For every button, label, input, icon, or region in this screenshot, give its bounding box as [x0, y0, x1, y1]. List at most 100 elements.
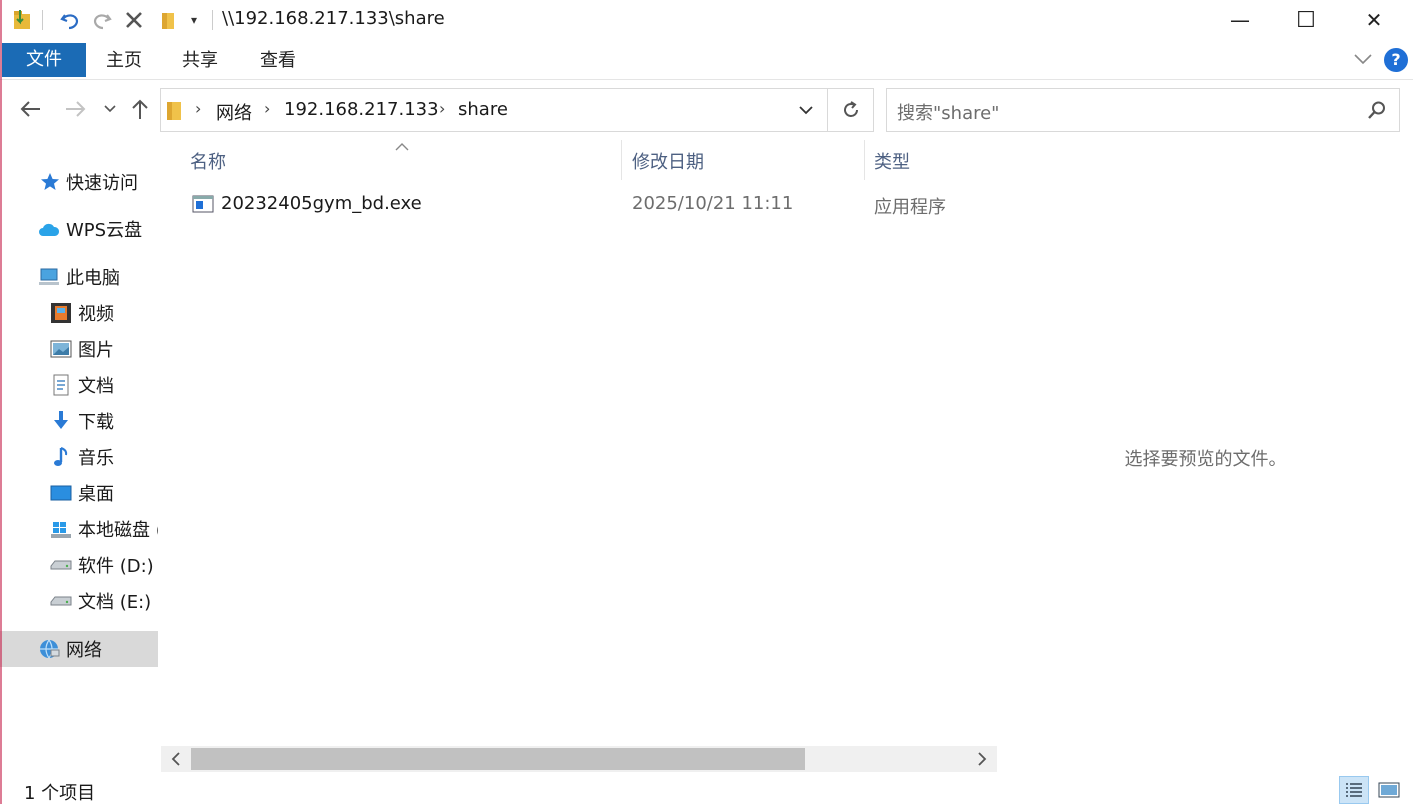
file-type: 应用程序 [874, 197, 946, 218]
tab-share[interactable]: 共享 [172, 44, 228, 78]
preview-pane: 选择要预览的文件。 [998, 140, 1413, 774]
customize-toolbar-icon[interactable]: ▾ [184, 6, 204, 34]
sidebar-item-label: 本地磁盘 ( [78, 520, 158, 541]
scroll-right-icon[interactable] [969, 748, 995, 770]
file-modified: 2025/10/21 11:11 [632, 193, 794, 214]
window-title: \\192.168.217.133\share [222, 8, 445, 29]
sidebar-item-label: 文档 (E:) [78, 592, 152, 613]
item-count: 1 个项目 [24, 783, 96, 804]
file-name[interactable]: 20232405gym_bd.exe [221, 193, 422, 214]
folder-icon [165, 98, 183, 127]
column-header-type[interactable]: 类型 [874, 148, 910, 174]
column-header-modified[interactable]: 修改日期 [632, 148, 704, 174]
column-header-name[interactable]: 名称 [190, 148, 226, 174]
sort-ascending-icon [395, 136, 409, 157]
window-border [0, 0, 2, 804]
tab-view[interactable]: 查看 [250, 44, 306, 78]
windows-drive-icon [50, 518, 72, 540]
new-folder-icon[interactable] [154, 6, 182, 34]
exe-file-icon [192, 195, 214, 218]
sidebar-item-label: 此电脑 [66, 268, 120, 289]
sidebar-item-downloads[interactable]: 下载 [0, 404, 158, 438]
sidebar-item-label: 音乐 [78, 448, 114, 469]
star-icon [40, 171, 60, 193]
file-list: 名称 修改日期 类型 20232405gym_bd.exe 2025/10/21… [161, 140, 997, 774]
navigation-bar: › 网络 › 192.168.217.133 › share 搜索"share" [0, 80, 1413, 138]
navigation-pane: 快速访问 WPS云盘 此电脑 视频 图片 文档 下载 音乐 桌面 本地磁盘 (… [0, 140, 160, 774]
download-icon [50, 410, 72, 432]
up-button[interactable] [128, 96, 152, 122]
sidebar-item-local-disk-c[interactable]: 本地磁盘 ( [0, 512, 158, 546]
divider [210, 6, 214, 34]
documents-icon [50, 374, 72, 396]
minimize-button[interactable]: — [1209, 0, 1271, 40]
sidebar-item-quick-access[interactable]: 快速访问 [0, 165, 158, 199]
details-view-button[interactable] [1339, 776, 1369, 804]
expand-ribbon-icon[interactable] [1353, 50, 1373, 71]
large-icons-view-button[interactable] [1374, 776, 1404, 804]
redo-icon[interactable] [88, 6, 116, 34]
breadcrumb-share[interactable]: share [458, 99, 508, 120]
forward-button[interactable] [62, 96, 88, 122]
music-icon [50, 446, 72, 468]
undo-icon[interactable] [56, 6, 84, 34]
address-history-button[interactable] [784, 88, 828, 132]
sidebar-item-label: 视频 [78, 304, 114, 325]
sidebar-item-network[interactable]: 网络 [0, 631, 158, 667]
help-icon[interactable]: ? [1384, 48, 1408, 72]
close-button[interactable]: ✕ [1343, 0, 1405, 40]
sidebar-item-label: 软件 (D:) [78, 556, 154, 577]
chevron-right-icon[interactable]: › [195, 99, 201, 118]
sidebar-item-label: 快速访问 [66, 173, 138, 194]
search-icon[interactable] [1367, 100, 1387, 125]
pictures-icon [50, 338, 72, 360]
tab-file[interactable]: 文件 [2, 43, 86, 77]
breadcrumb-host[interactable]: 192.168.217.133 [284, 99, 439, 120]
desktop-icon [50, 482, 72, 504]
drive-icon [50, 590, 72, 612]
ribbon-tabs: 文件 主页 共享 查看 ? [0, 40, 1413, 80]
scroll-left-icon[interactable] [163, 748, 189, 770]
address-bar[interactable]: › 网络 › 192.168.217.133 › share [160, 88, 828, 132]
search-placeholder: 搜索"share" [897, 103, 1000, 124]
sidebar-item-wps-cloud[interactable]: WPS云盘 [0, 212, 158, 246]
folder-properties-icon[interactable] [8, 6, 36, 34]
sidebar-item-videos[interactable]: 视频 [0, 296, 158, 330]
video-icon [50, 302, 72, 324]
computer-icon [38, 266, 60, 288]
chevron-right-icon[interactable]: › [264, 99, 270, 118]
sidebar-item-label: 网络 [66, 640, 102, 661]
maximize-button[interactable]: ☐ [1275, 0, 1337, 40]
horizontal-scrollbar[interactable] [161, 746, 997, 772]
sidebar-item-music[interactable]: 音乐 [0, 440, 158, 474]
cloud-icon [38, 218, 60, 240]
sidebar-item-desktop[interactable]: 桌面 [0, 476, 158, 510]
sidebar-item-label: 文档 [78, 376, 114, 397]
search-input[interactable]: 搜索"share" [886, 88, 1400, 132]
scrollbar-thumb[interactable] [191, 748, 805, 770]
back-button[interactable] [18, 96, 44, 122]
sidebar-item-label: WPS云盘 [66, 220, 143, 241]
sidebar-item-documents[interactable]: 文档 [0, 368, 158, 402]
sidebar-item-label: 图片 [78, 340, 114, 361]
sidebar-item-label: 下载 [78, 412, 114, 433]
tab-home[interactable]: 主页 [96, 44, 152, 78]
column-divider[interactable] [621, 140, 622, 180]
network-icon [38, 638, 60, 660]
chevron-right-icon[interactable]: › [439, 99, 445, 118]
column-divider[interactable] [864, 140, 865, 180]
sidebar-item-pictures[interactable]: 图片 [0, 332, 158, 366]
sidebar-item-label: 桌面 [78, 484, 114, 505]
preview-message: 选择要预览的文件。 [1124, 449, 1287, 470]
recent-locations-icon[interactable] [102, 96, 118, 122]
drive-icon [50, 554, 72, 576]
sidebar-item-drive-d[interactable]: 软件 (D:) [0, 548, 158, 582]
sidebar-item-this-pc[interactable]: 此电脑 [0, 260, 158, 294]
refresh-button[interactable] [828, 88, 874, 132]
delete-icon[interactable] [120, 6, 148, 34]
sidebar-item-drive-e[interactable]: 文档 (E:) [0, 584, 158, 618]
divider [40, 6, 44, 34]
title-bar: ▾ \\192.168.217.133\share — ☐ ✕ [0, 0, 1413, 40]
breadcrumb-network[interactable]: 网络 [216, 99, 252, 125]
status-bar: 1 个项目 [0, 774, 1413, 804]
